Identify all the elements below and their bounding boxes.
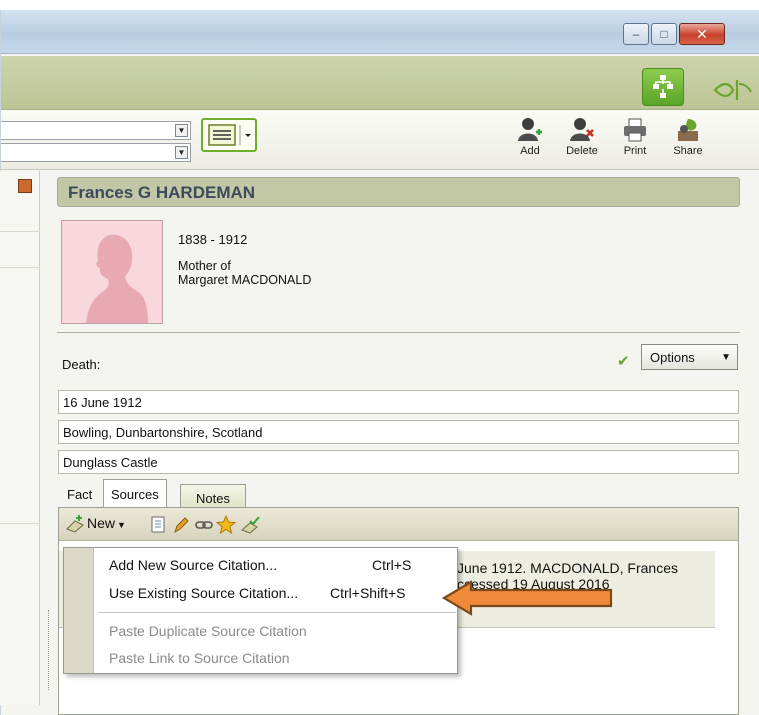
minimize-button[interactable]: – [623, 23, 649, 45]
navigation-bar [1, 56, 759, 110]
document-icon [151, 516, 165, 533]
menu-item-label: Paste Duplicate Source Citation [109, 623, 307, 639]
menu-item-paste-link-to-source-citation[interactable]: Paste Link to Source Citation [95, 645, 457, 671]
tab-notes[interactable]: Notes [180, 484, 246, 508]
add-button[interactable]: Add [510, 114, 550, 162]
person-portrait[interactable] [61, 220, 163, 324]
link-icon [195, 521, 213, 529]
edit-citation-button[interactable] [149, 515, 169, 535]
delete-button[interactable]: Delete [562, 114, 602, 162]
notes-list-icon [208, 124, 251, 146]
menu-item-label: Use Existing Source Citation... [109, 585, 299, 601]
fact-label: Death: [62, 357, 101, 372]
fact-description-value: Dunglass Castle [63, 455, 158, 470]
delete-label: Delete [566, 145, 598, 157]
print-label: Print [623, 145, 647, 157]
tree-view-button[interactable] [642, 68, 684, 106]
menu-item-use-existing-source-citation[interactable]: Use Existing Source Citation... Ctrl+Shi… [95, 580, 457, 606]
panel-divider [0, 267, 40, 268]
options-button[interactable]: Options ▼ [641, 344, 738, 370]
source-check-button[interactable] [240, 515, 260, 535]
silhouette-icon [86, 234, 148, 323]
fact-date-field[interactable]: 16 June 1912 [58, 390, 739, 414]
print-button[interactable]: Print [615, 114, 655, 162]
menu-item-add-new-source-citation[interactable]: Add New Source Citation... Ctrl+S [95, 552, 457, 578]
star-icon [215, 514, 237, 535]
new-citation-context-menu: Add New Source Citation... Ctrl+S Use Ex… [63, 547, 458, 674]
panel-divider [0, 523, 40, 524]
close-button[interactable]: ✕ [679, 23, 725, 45]
callout-arrow-icon [441, 579, 616, 622]
new-citation-icon [66, 515, 84, 533]
chevron-down-icon: ▼ [117, 520, 126, 530]
title-bar[interactable]: – □ ✕ [1, 10, 759, 54]
view-dropdown-button[interactable] [201, 118, 257, 152]
edit-pencil-button[interactable] [171, 515, 191, 535]
index-panel [0, 171, 40, 705]
add-label: Add [520, 145, 540, 157]
options-label: Options [650, 349, 695, 365]
favorite-button[interactable] [215, 514, 237, 535]
tab-fact[interactable]: Fact [60, 483, 99, 507]
tab-sources[interactable]: Sources [103, 479, 167, 508]
person-header: Frances G HARDEMAN [57, 177, 740, 207]
menu-icon-gutter [64, 548, 94, 673]
printer-icon [624, 118, 646, 142]
chevron-down-icon[interactable]: ▼ [175, 124, 188, 137]
relation-line-1: Mother of [178, 259, 231, 273]
relation-line-2: Margaret MACDONALD [178, 273, 312, 287]
share-label: Share [673, 145, 703, 157]
new-citation-button[interactable]: New ▼ [61, 512, 132, 536]
minimize-icon: – [632, 27, 640, 41]
menu-item-shortcut: Ctrl+Shift+S [330, 585, 406, 601]
panel-close-icon[interactable] [18, 179, 32, 193]
delete-person-icon [570, 118, 594, 141]
add-person-icon [518, 118, 542, 141]
fact-place-value: Bowling, Dunbartonshire, Scotland [63, 425, 263, 440]
chevron-down-icon: ▼ [721, 352, 731, 363]
main-toolbar: ▼ ▼ Add Delete Print Share [1, 110, 759, 170]
panel-splitter[interactable] [48, 610, 50, 690]
link-citation-button[interactable] [194, 515, 214, 535]
family-tree-icon [653, 75, 673, 98]
close-icon: ✕ [696, 25, 708, 42]
source-check-icon [241, 516, 260, 534]
fact-description-field[interactable]: Dunglass Castle [58, 450, 739, 474]
section-divider [57, 332, 740, 333]
maximize-icon: □ [660, 27, 668, 41]
leaf-logo-icon [713, 78, 753, 107]
chevron-down-icon[interactable]: ▼ [175, 146, 188, 159]
menu-item-paste-duplicate-source-citation[interactable]: Paste Duplicate Source Citation [95, 618, 457, 644]
checkmark-icon: ✔ [617, 353, 630, 370]
fact-place-field[interactable]: Bowling, Dunbartonshire, Scotland [58, 420, 739, 444]
fact-date-value: 16 June 1912 [63, 395, 142, 410]
pencil-icon [174, 517, 189, 534]
maximize-button[interactable]: □ [651, 23, 677, 45]
share-button[interactable]: Share [668, 114, 708, 162]
menu-item-label: Add New Source Citation... [109, 557, 278, 573]
panel-divider [0, 231, 40, 232]
menu-item-shortcut: Ctrl+S [372, 557, 412, 573]
citation-line-1: June 1912. MACDONALD, Frances [457, 560, 678, 576]
menu-item-label: Paste Link to Source Citation [109, 650, 290, 666]
people-filter-combo[interactable]: ▼ [1, 121, 191, 140]
new-label: New [87, 515, 116, 531]
person-years: 1838 - 1912 [178, 232, 248, 247]
share-icon [678, 119, 698, 141]
menu-separator [98, 612, 456, 613]
person-name: Frances G HARDEMAN [68, 183, 256, 202]
person-select-combo[interactable]: ▼ [1, 143, 191, 162]
sources-toolbar: New ▼ [59, 508, 738, 541]
